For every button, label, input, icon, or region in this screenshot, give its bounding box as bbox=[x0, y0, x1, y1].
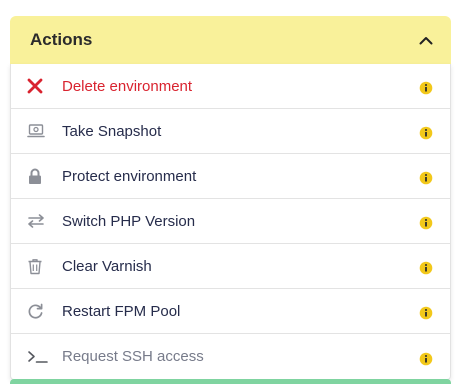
info-icon[interactable] bbox=[419, 216, 433, 230]
info-icon[interactable] bbox=[419, 81, 433, 95]
action-delete-environment[interactable]: Delete environment bbox=[11, 64, 450, 109]
snapshot-icon bbox=[27, 120, 49, 142]
action-switch-php-version[interactable]: Switch PHP Version bbox=[11, 199, 450, 244]
switch-arrows-icon bbox=[27, 210, 49, 232]
action-request-ssh-access[interactable]: Request SSH access bbox=[11, 334, 450, 379]
action-label: Request SSH access bbox=[62, 348, 204, 365]
info-icon[interactable] bbox=[419, 261, 433, 275]
action-label: Take Snapshot bbox=[62, 122, 162, 140]
action-label: Restart FPM Pool bbox=[62, 302, 181, 320]
actions-list: Delete environment Take Snapshot Protect… bbox=[10, 64, 451, 380]
actions-title: Actions bbox=[30, 30, 93, 49]
action-label: Delete environment bbox=[62, 77, 193, 95]
action-clear-varnish[interactable]: Clear Varnish bbox=[11, 244, 450, 289]
action-label: Protect environment bbox=[62, 167, 197, 185]
action-label: Clear Varnish bbox=[62, 257, 152, 275]
info-icon[interactable] bbox=[419, 306, 433, 320]
info-icon[interactable] bbox=[419, 352, 433, 366]
next-panel-header[interactable] bbox=[10, 379, 451, 384]
close-icon bbox=[27, 75, 49, 97]
info-icon[interactable] bbox=[419, 126, 433, 140]
info-icon[interactable] bbox=[419, 171, 433, 185]
chevron-up-icon[interactable] bbox=[418, 32, 434, 48]
terminal-icon bbox=[27, 346, 49, 368]
action-restart-fpm-pool[interactable]: Restart FPM Pool bbox=[11, 289, 450, 334]
action-label: Switch PHP Version bbox=[62, 212, 196, 230]
actions-panel: Actions Delete environment Take Snapshot bbox=[10, 16, 451, 380]
action-protect-environment[interactable]: Protect environment bbox=[11, 154, 450, 199]
lock-icon bbox=[27, 165, 49, 187]
trash-icon bbox=[27, 255, 49, 277]
actions-header[interactable]: Actions bbox=[10, 16, 451, 64]
action-take-snapshot[interactable]: Take Snapshot bbox=[11, 109, 450, 154]
restart-icon bbox=[27, 300, 49, 322]
